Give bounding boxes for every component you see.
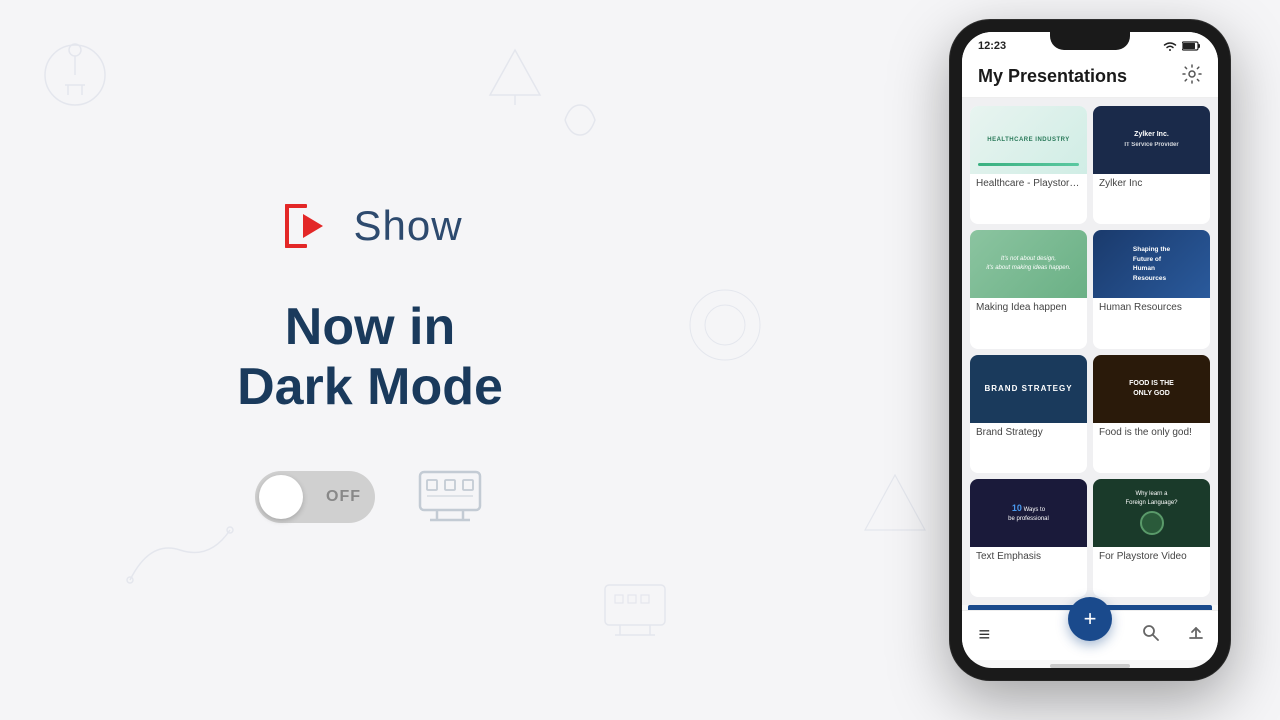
thumb-human-res: Shaping theFuture ofHumanResources [1093, 230, 1210, 298]
app-header: My Presentations [962, 56, 1218, 98]
thumb-making-idea: It's not about design,it's about making … [970, 230, 1087, 298]
pres-name-5: Brand Strategy [970, 423, 1087, 443]
dark-mode-toggle[interactable]: OFF [255, 471, 375, 523]
thumb-label: Zylker Inc.IT Service Provider [1124, 130, 1178, 150]
pres-name-2: Zylker Inc [1093, 174, 1210, 194]
home-indicator [1050, 664, 1130, 668]
presentation-item-3[interactable]: It's not about design,it's about making … [970, 230, 1087, 348]
pres-name-7: Text Emphasis [970, 547, 1087, 567]
thumb-playstore: Why learn aForeign Language? [1093, 479, 1210, 547]
presentation-item-7[interactable]: 10 Ways tobe professional Text Emphasis [970, 479, 1087, 597]
presentation-item-5[interactable]: BRAND STRATEGY Brand Strategy [970, 355, 1087, 473]
phone-outer: 12:23 My Presentations [950, 20, 1230, 680]
logo-area: Show [277, 194, 462, 258]
pres-name-6: Food is the only god! [1093, 423, 1210, 443]
phone-notch [1050, 32, 1130, 50]
bottom-nav: ≡ + [962, 610, 1218, 660]
toggle-label: OFF [326, 488, 361, 506]
thumb-label: 10 Ways tobe professional [1008, 502, 1049, 523]
thumb-healthcare: HEALTHCARE INDUSTRY [970, 106, 1087, 174]
thumb-label: FOOD IS THEONLY GOD [1129, 379, 1174, 397]
search-icon[interactable] [1129, 624, 1173, 647]
presentation-item-1[interactable]: HEALTHCARE INDUSTRY Healthcare - Playsto… [970, 106, 1087, 224]
presentation-item-8[interactable]: Why learn aForeign Language? For Playsto… [1093, 479, 1210, 597]
monitor-icon [415, 468, 485, 526]
presentation-item-6[interactable]: FOOD IS THEONLY GOD Food is the only god… [1093, 355, 1210, 473]
pres-name-4: Human Resources [1093, 298, 1210, 318]
thumb-zylker: Zylker Inc.IT Service Provider [1093, 106, 1210, 174]
tagline: Now in Dark Mode [237, 298, 503, 418]
settings-icon[interactable] [1182, 64, 1202, 89]
battery-icon [1182, 40, 1202, 52]
left-panel: Show Now in Dark Mode OFF [0, 0, 740, 720]
wifi-icon [1162, 40, 1178, 52]
status-icons [1162, 40, 1202, 52]
thumb-label: BRAND STRATEGY [984, 384, 1072, 393]
app-title: My Presentations [978, 66, 1127, 87]
upload-icon[interactable] [1174, 624, 1218, 647]
presentation-item-2[interactable]: Zylker Inc.IT Service Provider Zylker In… [1093, 106, 1210, 224]
thumb-brand: BRAND STRATEGY [970, 355, 1087, 423]
status-time: 12:23 [978, 40, 1006, 52]
presentations-grid: HEALTHCARE INDUSTRY Healthcare - Playsto… [962, 98, 1218, 605]
pres-name-8: For Playstore Video [1093, 547, 1210, 567]
logo-icon [277, 194, 341, 258]
thumb-food: FOOD IS THEONLY GOD [1093, 355, 1210, 423]
phone-mockup: 12:23 My Presentations [940, 20, 1240, 700]
app-name: Show [353, 202, 462, 250]
pres-name-3: Making Idea happen [970, 298, 1087, 318]
toggle-knob [259, 475, 303, 519]
menu-icon[interactable]: ≡ [962, 624, 1006, 647]
phone-screen: 12:23 My Presentations [962, 32, 1218, 668]
toggle-area: OFF [255, 468, 485, 526]
thumb-label: HEALTHCARE INDUSTRY [987, 137, 1070, 143]
pres-name-1: Healthcare - Playstore ... [970, 174, 1087, 194]
thumb-text-emphasis: 10 Ways tobe professional [970, 479, 1087, 547]
presentation-item-4[interactable]: Shaping theFuture ofHumanResources Human… [1093, 230, 1210, 348]
fab-button[interactable]: + [1068, 597, 1112, 641]
